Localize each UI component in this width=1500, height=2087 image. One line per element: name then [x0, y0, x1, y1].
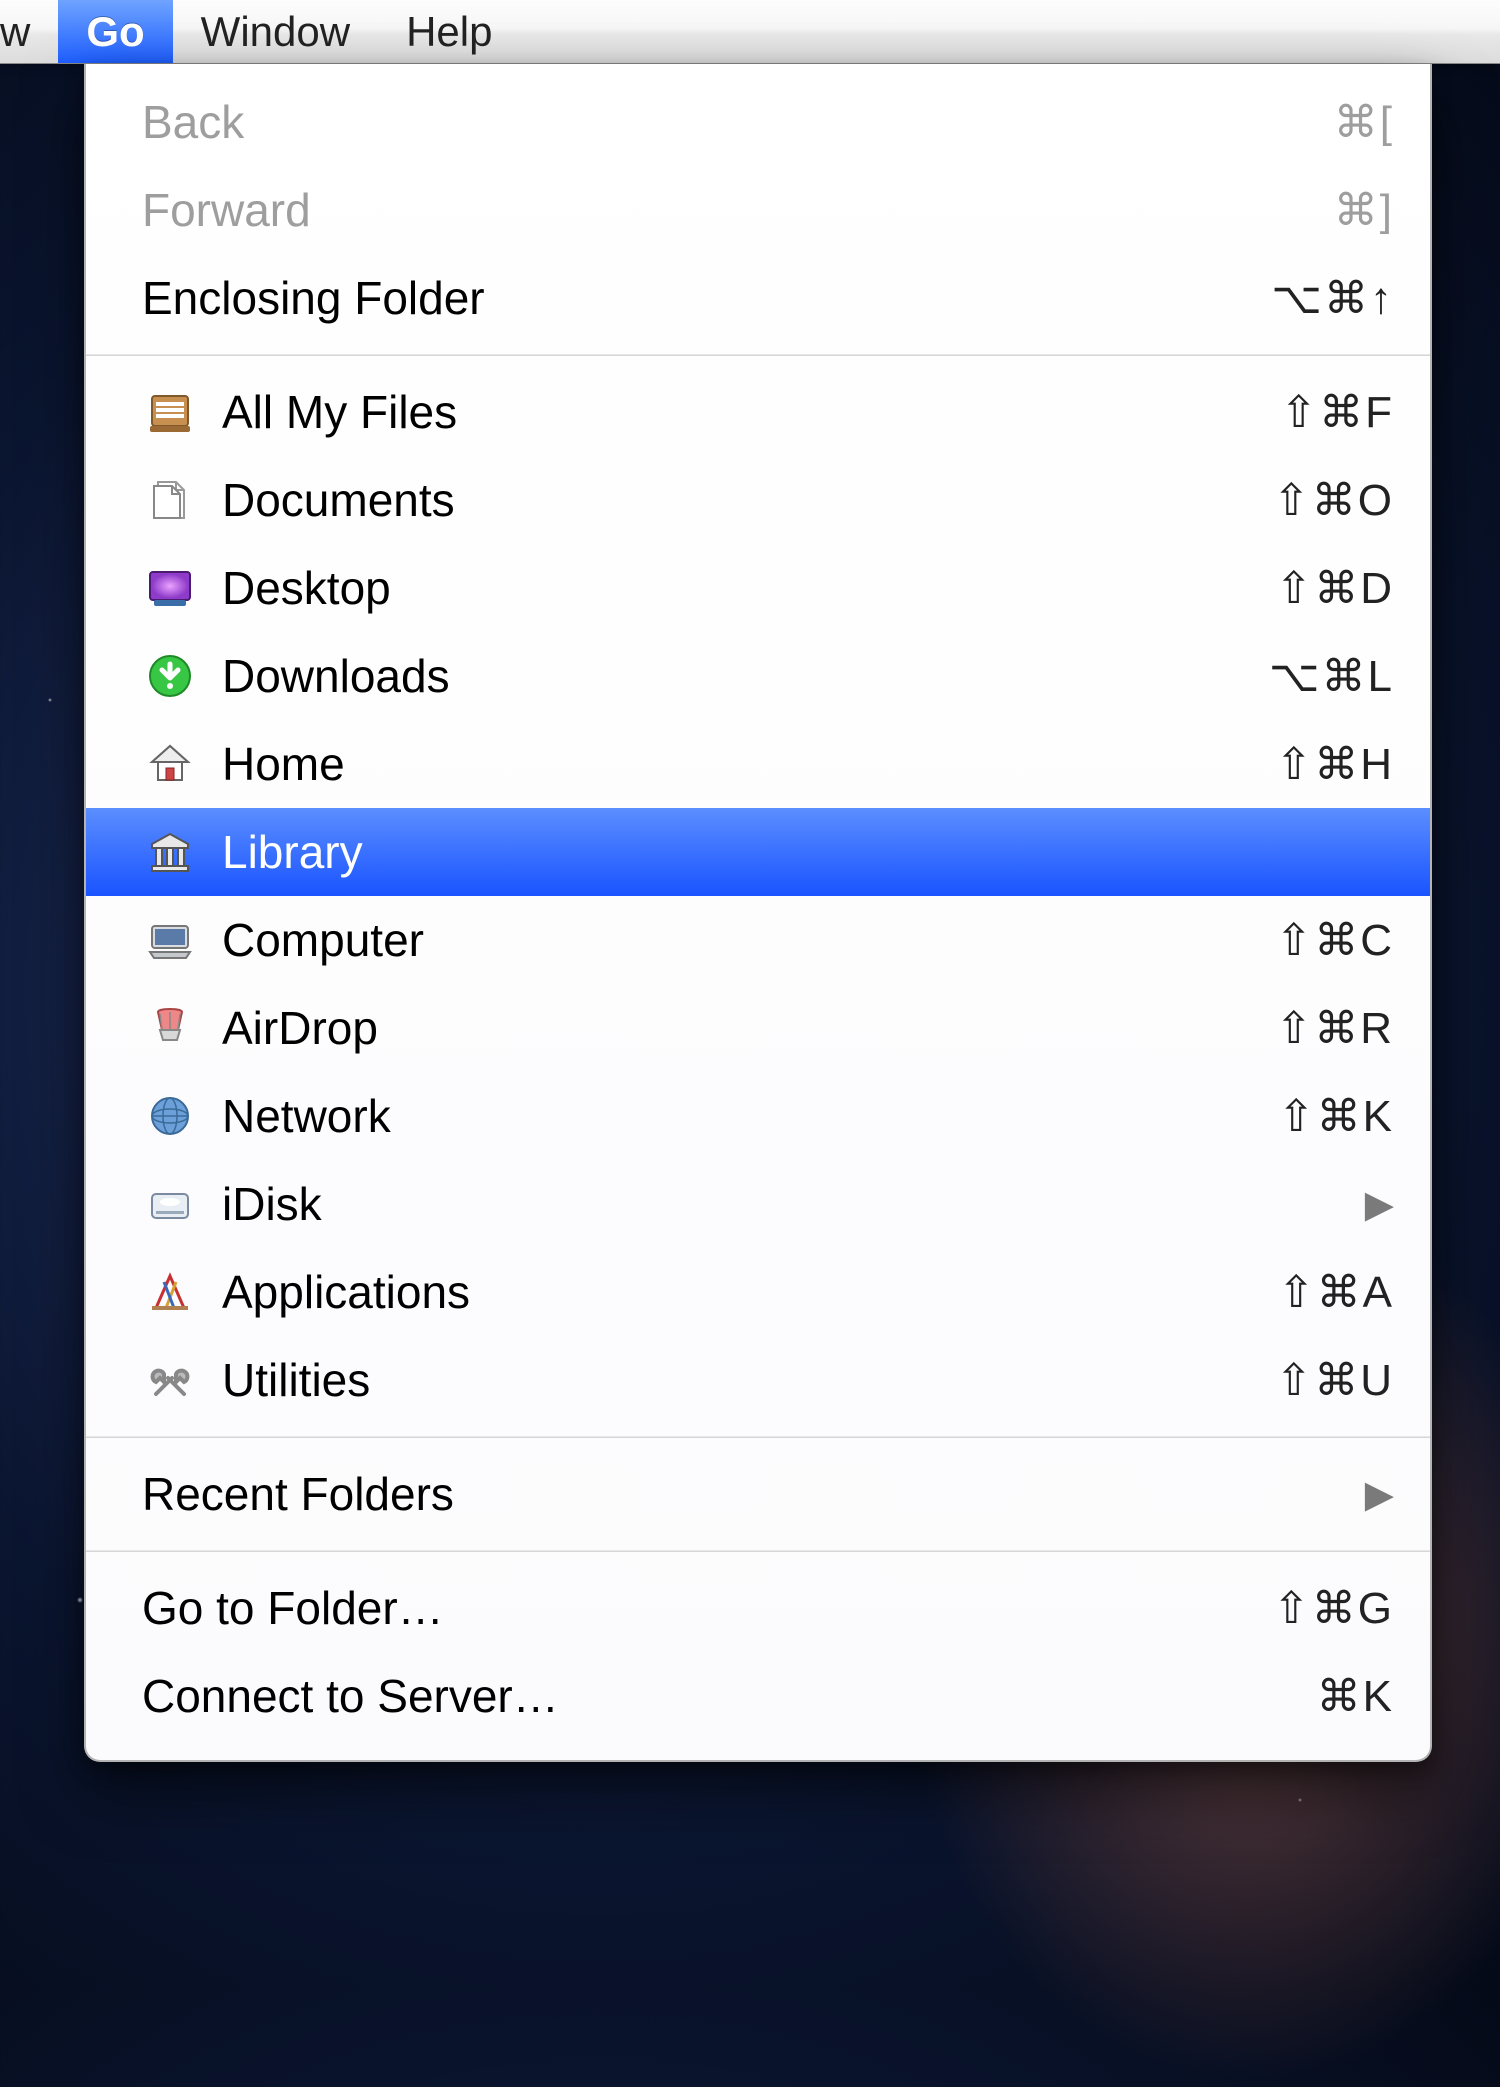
menu-shortcut: ⌥⌘L: [1269, 651, 1394, 702]
menubar-item-window[interactable]: Window: [173, 0, 378, 63]
menu-item-computer[interactable]: Computer ⇧⌘C: [86, 896, 1430, 984]
network-icon: [142, 1088, 198, 1144]
menu-item-recent-folders[interactable]: Recent Folders ▶: [86, 1450, 1430, 1538]
menu-shortcut: ⇧⌘R: [1275, 1003, 1394, 1054]
menu-label: iDisk: [222, 1177, 1365, 1231]
menu-label: Computer: [222, 913, 1275, 967]
menu-item-downloads[interactable]: Downloads ⌥⌘L: [86, 632, 1430, 720]
utilities-icon: [142, 1352, 198, 1408]
menu-shortcut: ⇧⌘A: [1278, 1267, 1394, 1318]
menu-group-nav: Back ⌘[ Forward ⌘] Enclosing Folder ⌥⌘↑: [86, 78, 1430, 342]
menu-shortcut: ⌘K: [1317, 1671, 1394, 1722]
menubar-label: Window: [201, 8, 350, 56]
menu-shortcut: ⇧⌘F: [1280, 387, 1394, 438]
menu-label: Enclosing Folder: [142, 271, 1271, 325]
menu-label: Desktop: [222, 561, 1275, 615]
menu-group-places: All My Files ⇧⌘F Documents ⇧⌘O Desktop ⇧…: [86, 368, 1430, 1424]
menu-shortcut: ⌥⌘↑: [1271, 273, 1394, 324]
menubar-label: Go: [86, 8, 144, 56]
menu-shortcut: ⇧⌘G: [1273, 1583, 1394, 1634]
menu-label: Home: [222, 737, 1275, 791]
go-menu-dropdown: Back ⌘[ Forward ⌘] Enclosing Folder ⌥⌘↑ …: [84, 64, 1432, 1762]
menu-label: Forward: [142, 183, 1334, 237]
menu-item-documents[interactable]: Documents ⇧⌘O: [86, 456, 1430, 544]
downloads-icon: [142, 648, 198, 704]
menu-label: Downloads: [222, 649, 1269, 703]
menu-shortcut: ⌘[: [1334, 97, 1394, 148]
menubar-item-prev[interactable]: w: [0, 0, 58, 63]
menu-label: Network: [222, 1089, 1278, 1143]
menu-label: Applications: [222, 1265, 1278, 1319]
menu-separator: [86, 1436, 1430, 1438]
menu-item-airdrop[interactable]: AirDrop ⇧⌘R: [86, 984, 1430, 1072]
menu-label: AirDrop: [222, 1001, 1275, 1055]
menubar-label: w: [0, 8, 30, 56]
menubar: w Go Window Help: [0, 0, 1500, 64]
menu-item-network[interactable]: Network ⇧⌘K: [86, 1072, 1430, 1160]
menu-item-applications[interactable]: Applications ⇧⌘A: [86, 1248, 1430, 1336]
documents-icon: [142, 472, 198, 528]
menu-label: Documents: [222, 473, 1273, 527]
menu-label: Library: [222, 825, 1394, 879]
computer-icon: [142, 912, 198, 968]
menu-item-library[interactable]: Library: [86, 808, 1430, 896]
menu-item-all-my-files[interactable]: All My Files ⇧⌘F: [86, 368, 1430, 456]
menu-item-home[interactable]: Home ⇧⌘H: [86, 720, 1430, 808]
menu-item-idisk[interactable]: iDisk ▶: [86, 1160, 1430, 1248]
menu-shortcut: ⇧⌘K: [1278, 1091, 1394, 1142]
menu-label: All My Files: [222, 385, 1280, 439]
menu-item-utilities[interactable]: Utilities ⇧⌘U: [86, 1336, 1430, 1424]
menubar-item-go[interactable]: Go: [58, 0, 172, 63]
menu-shortcut: ⇧⌘C: [1275, 915, 1394, 966]
airdrop-icon: [142, 1000, 198, 1056]
submenu-arrow-icon: ▶: [1365, 1472, 1394, 1517]
menu-item-forward: Forward ⌘]: [86, 166, 1430, 254]
menu-item-enclosing-folder[interactable]: Enclosing Folder ⌥⌘↑: [86, 254, 1430, 342]
menu-item-go-to-folder[interactable]: Go to Folder… ⇧⌘G: [86, 1564, 1430, 1652]
applications-icon: [142, 1264, 198, 1320]
menu-item-back: Back ⌘[: [86, 78, 1430, 166]
menu-shortcut: ⇧⌘U: [1275, 1355, 1394, 1406]
menu-shortcut: ⇧⌘H: [1275, 739, 1394, 790]
menu-separator: [86, 354, 1430, 356]
menu-item-desktop[interactable]: Desktop ⇧⌘D: [86, 544, 1430, 632]
menu-shortcut: ⌘]: [1334, 185, 1394, 236]
menu-group-connect: Go to Folder… ⇧⌘G Connect to Server… ⌘K: [86, 1564, 1430, 1740]
home-icon: [142, 736, 198, 792]
menu-shortcut: ⇧⌘D: [1275, 563, 1394, 614]
submenu-arrow-icon: ▶: [1365, 1182, 1394, 1227]
menu-label: Connect to Server…: [142, 1669, 1317, 1723]
menubar-label: Help: [406, 8, 492, 56]
menu-group-recent: Recent Folders ▶: [86, 1450, 1430, 1538]
idisk-icon: [142, 1176, 198, 1232]
menu-label: Go to Folder…: [142, 1581, 1273, 1635]
all-my-files-icon: [142, 384, 198, 440]
menu-label: Recent Folders: [142, 1467, 1365, 1521]
menu-separator: [86, 1550, 1430, 1552]
menu-shortcut: ⇧⌘O: [1273, 475, 1394, 526]
library-icon: [142, 824, 198, 880]
menubar-item-help[interactable]: Help: [378, 0, 520, 63]
desktop-icon: [142, 560, 198, 616]
menu-label: Utilities: [222, 1353, 1275, 1407]
menu-label: Back: [142, 95, 1334, 149]
menu-item-connect-to-server[interactable]: Connect to Server… ⌘K: [86, 1652, 1430, 1740]
